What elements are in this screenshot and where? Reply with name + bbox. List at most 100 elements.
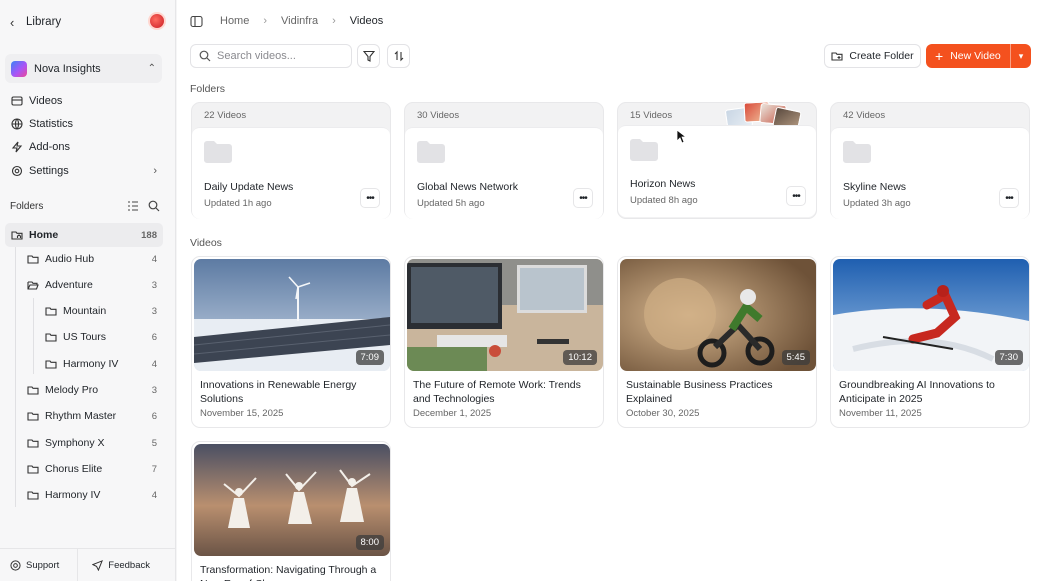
support-link[interactable]: Support — [10, 560, 59, 571]
video-card[interactable]: 5:45 Sustainable Business Practices Expl… — [617, 256, 817, 428]
folder-card[interactable]: 15 Videos Horizon News Updated 8h ago ••… — [617, 101, 817, 219]
lifebuoy-icon — [10, 559, 21, 571]
video-card[interactable]: 10:12 The Future of Remote Work: Trends … — [404, 256, 604, 428]
folder-icon — [204, 141, 232, 163]
search-input[interactable] — [217, 50, 347, 62]
video-title[interactable]: Innovations in Renewable Energy Solution… — [200, 378, 385, 406]
more-options-button[interactable]: ••• — [999, 188, 1019, 208]
folder-card[interactable]: 30 Videos Global News Network Updated 5h… — [404, 102, 604, 219]
nav-item-add-ons[interactable]: Add-ons — [5, 136, 165, 158]
tree-item-us-tours[interactable]: US Tours 6 — [45, 325, 163, 349]
nav-label: Settings — [29, 165, 69, 177]
chevron-right-icon: › — [153, 165, 157, 177]
folder-card-body: Horizon News Updated 8h ago ••• — [618, 125, 816, 217]
folder-updated: Updated 3h ago — [843, 198, 911, 209]
tree-item-melody-pro[interactable]: Melody Pro 3 — [27, 378, 163, 402]
video-date: November 11, 2025 — [839, 408, 922, 419]
more-options-button[interactable]: ••• — [786, 186, 806, 206]
tree-guide — [33, 298, 34, 374]
sidebar-toggle-icon[interactable] — [190, 15, 203, 28]
video-card[interactable]: 8:00 Transformation: Navigating Through … — [191, 441, 391, 581]
nav-label: Videos — [29, 95, 63, 107]
folder-name: Skyline News — [843, 181, 907, 193]
workspace-name: Nova Insights — [34, 62, 101, 75]
video-card[interactable]: 7:09 Innovations in Renewable Energy Sol… — [191, 256, 391, 428]
chevron-down-icon[interactable]: ▾ — [1010, 44, 1031, 68]
tree-item-harmony-iv[interactable]: Harmony IV 4 — [45, 352, 163, 376]
list-tree-icon[interactable] — [127, 200, 139, 212]
folder-icon — [27, 386, 39, 395]
tree-count: 3 — [151, 279, 157, 291]
breadcrumb-home[interactable]: Home — [220, 15, 249, 27]
sort-button[interactable] — [387, 44, 410, 68]
video-date: October 30, 2025 — [626, 408, 700, 419]
tree-guide — [15, 247, 16, 507]
breadcrumb-vidinfra[interactable]: Vidinfra — [281, 15, 318, 27]
folder-icon — [417, 141, 445, 163]
send-icon — [92, 559, 104, 571]
folder-card[interactable]: 42 Videos Skyline News Updated 3h ago ••… — [830, 102, 1030, 219]
video-title[interactable]: Transformation: Navigating Through a New… — [200, 563, 385, 581]
sidebar: ‹ Library Nova Insights ⌃ Videos Statist… — [0, 0, 176, 581]
more-options-button[interactable]: ••• — [573, 188, 593, 208]
nav-item-settings[interactable]: Settings › — [5, 160, 165, 182]
workspace-logo-icon — [11, 60, 27, 77]
tree-item-audio-hub[interactable]: Audio Hub 4 — [27, 247, 163, 271]
tree-label: Melody Pro — [45, 384, 99, 396]
folder-icon — [27, 412, 39, 421]
folder-card-body: Global News Network Updated 5h ago ••• — [405, 127, 603, 219]
video-title[interactable]: Groundbreaking AI Innovations to Anticip… — [839, 378, 1024, 406]
tree-count: 3 — [151, 384, 157, 396]
video-card[interactable]: 7:30 Groundbreaking AI Innovations to An… — [830, 256, 1030, 428]
tree-label: Adventure — [45, 279, 93, 291]
create-folder-button[interactable]: Create Folder — [824, 44, 921, 68]
folder-name: Horizon News — [630, 178, 696, 190]
breadcrumb-current: Videos — [349, 15, 384, 27]
library-back-link[interactable]: ‹ Library — [10, 12, 166, 32]
tree-item-mountain[interactable]: Mountain 3 — [45, 299, 163, 323]
video-thumbnail[interactable]: 8:00 — [194, 444, 390, 556]
tree-label: US Tours — [63, 331, 106, 343]
tree-label: Home — [29, 229, 59, 241]
tree-count: 188 — [141, 229, 157, 241]
duration-badge: 8:00 — [355, 535, 384, 550]
chevron-up-down-icon: ⌃ — [147, 63, 156, 74]
tree-item-symphony-x[interactable]: Symphony X 5 — [27, 431, 163, 455]
tree-item-rhythm-master[interactable]: Rhythm Master 6 — [27, 404, 163, 428]
video-thumbnail[interactable]: 7:30 — [833, 259, 1029, 371]
folder-icon — [45, 307, 57, 316]
avatar[interactable] — [148, 12, 166, 30]
video-thumbnail[interactable]: 5:45 — [620, 259, 816, 371]
video-title[interactable]: Sustainable Business Practices Explained — [626, 378, 811, 406]
video-title[interactable]: The Future of Remote Work: Trends and Te… — [413, 378, 598, 406]
duration-badge: 10:12 — [563, 350, 597, 365]
feedback-link[interactable]: Feedback — [92, 560, 150, 571]
more-options-button[interactable]: ••• — [360, 188, 380, 208]
folder-count: 42 Videos — [843, 110, 886, 121]
support-label: Support — [26, 559, 60, 571]
search-box[interactable] — [190, 44, 352, 68]
video-thumbnail[interactable]: 10:12 — [407, 259, 603, 371]
tree-item-harmony-iv-2[interactable]: Harmony IV 4 — [27, 483, 163, 507]
tree-item-chorus-elite[interactable]: Chorus Elite 7 — [27, 457, 163, 481]
new-video-button[interactable]: + New Video ▾ — [926, 44, 1031, 68]
folder-updated: Updated 5h ago — [417, 198, 485, 209]
nav-item-videos[interactable]: Videos — [5, 90, 165, 112]
tree-label: Rhythm Master — [45, 410, 117, 422]
folder-icon — [843, 141, 871, 163]
search-icon[interactable] — [148, 200, 160, 212]
nav-label: Add-ons — [29, 141, 70, 153]
breadcrumb: Home › Vidinfra › Videos — [177, 0, 1046, 42]
duration-badge: 7:30 — [994, 350, 1023, 365]
filter-button[interactable] — [357, 44, 380, 68]
video-thumbnail[interactable]: 7:09 — [194, 259, 390, 371]
folder-card[interactable]: 22 Videos Daily Update News Updated 1h a… — [191, 102, 391, 219]
workspace-switcher[interactable]: Nova Insights ⌃ — [5, 54, 162, 83]
tree-count: 4 — [151, 253, 157, 265]
folder-updated: Updated 8h ago — [630, 195, 698, 206]
tree-item-home[interactable]: Home 188 — [5, 223, 163, 247]
globe-icon — [11, 118, 23, 130]
new-video-main[interactable]: + New Video — [926, 44, 1010, 68]
nav-item-statistics[interactable]: Statistics — [5, 113, 165, 135]
tree-item-adventure[interactable]: Adventure 3 — [27, 273, 163, 297]
